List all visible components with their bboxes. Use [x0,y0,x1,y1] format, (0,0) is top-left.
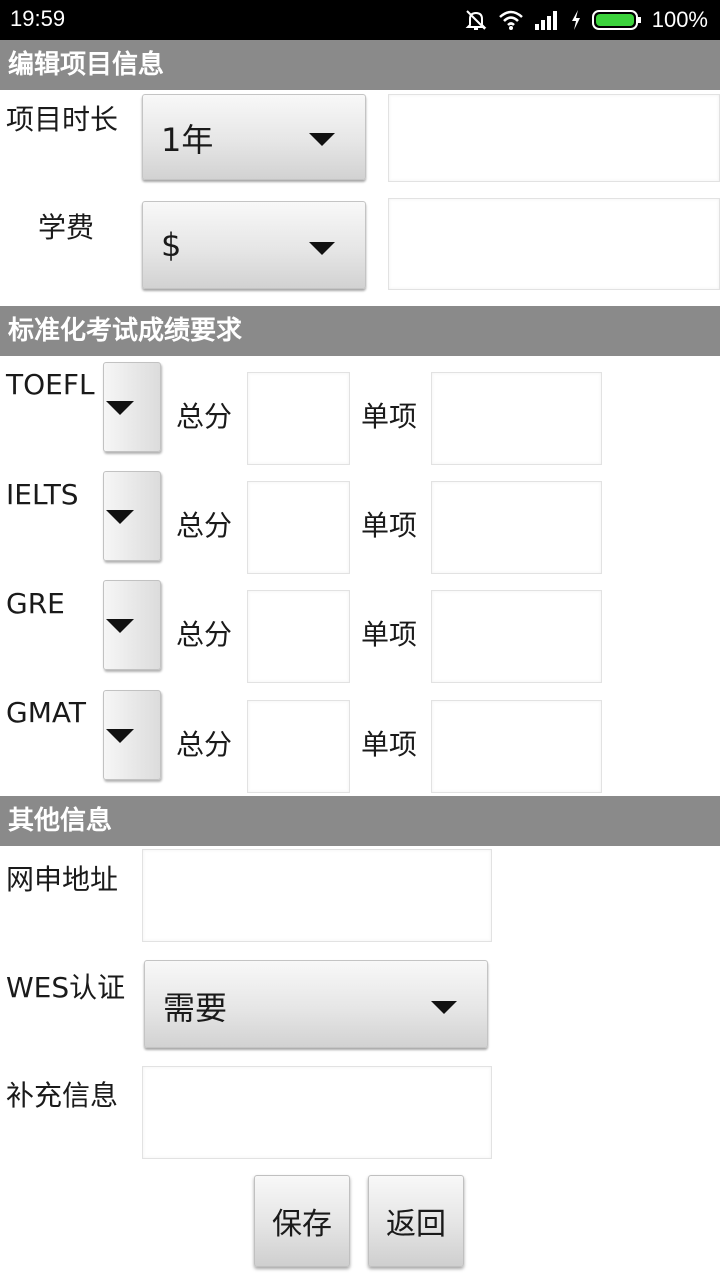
tuition-label: 学费 [38,211,95,244]
chevron-down-icon [309,242,335,255]
exam-type-spinner[interactable] [103,471,161,561]
duration-input[interactable] [388,94,720,182]
exam-name: IELTS [6,478,79,511]
notes-input[interactable] [142,1066,492,1159]
exam-name: GMAT [6,696,86,729]
duration-value: 1年 [161,121,214,159]
status-time: 19:59 [10,6,66,31]
page-title: 编辑项目信息 [0,40,720,90]
duration-label: 项目时长 [6,103,119,136]
chevron-down-icon [431,1001,457,1014]
single-score-label: 单项 [361,400,418,433]
chevron-down-icon [106,729,134,743]
wes-label: WES认证 [6,971,126,1004]
exam-name: GRE [6,587,65,620]
status-bar: 19:59 100% [0,0,720,40]
exam-type-spinner[interactable] [103,690,161,780]
battery-icon [591,9,642,31]
wes-value: 需要 [163,989,228,1027]
single-score-input[interactable] [431,481,602,574]
back-button[interactable]: 返回 [368,1175,464,1267]
total-score-label: 总分 [176,618,233,651]
total-score-label: 总分 [176,400,233,433]
exam-name: TOEFL [6,368,95,401]
currency-value: $ [161,226,182,264]
status-icons: 100% [464,6,708,34]
tuition-input[interactable] [388,198,720,290]
application-url-input[interactable] [142,849,492,942]
notes-label: 补充信息 [6,1079,119,1112]
chevron-down-icon [309,133,335,146]
single-score-input[interactable] [431,590,602,683]
bell-off-icon [464,8,488,32]
exam-type-spinner[interactable] [103,580,161,670]
total-score-label: 总分 [176,728,233,761]
total-score-input[interactable] [247,590,350,683]
chevron-down-icon [106,510,134,524]
exam-type-spinner[interactable] [103,362,161,452]
single-score-label: 单项 [361,728,418,761]
duration-spinner[interactable]: 1年 [142,94,366,180]
signal-icon [534,10,560,30]
other-section-title: 其他信息 [0,796,720,846]
single-score-input[interactable] [431,372,602,465]
battery-percent: 100% [651,7,708,32]
total-score-input[interactable] [247,481,350,574]
chevron-down-icon [106,401,134,415]
wes-spinner[interactable]: 需要 [144,960,488,1048]
total-score-label: 总分 [176,509,233,542]
exam-section-title: 标准化考试成绩要求 [0,306,720,356]
single-score-label: 单项 [361,618,418,651]
chevron-down-icon [106,619,134,633]
single-score-label: 单项 [361,509,418,542]
wifi-icon [498,9,524,31]
application-url-label: 网申地址 [6,863,119,896]
single-score-input[interactable] [431,700,602,793]
save-button[interactable]: 保存 [254,1175,350,1267]
total-score-input[interactable] [247,700,350,793]
charging-icon [570,9,582,31]
currency-spinner[interactable]: $ [142,201,366,289]
total-score-input[interactable] [247,372,350,465]
